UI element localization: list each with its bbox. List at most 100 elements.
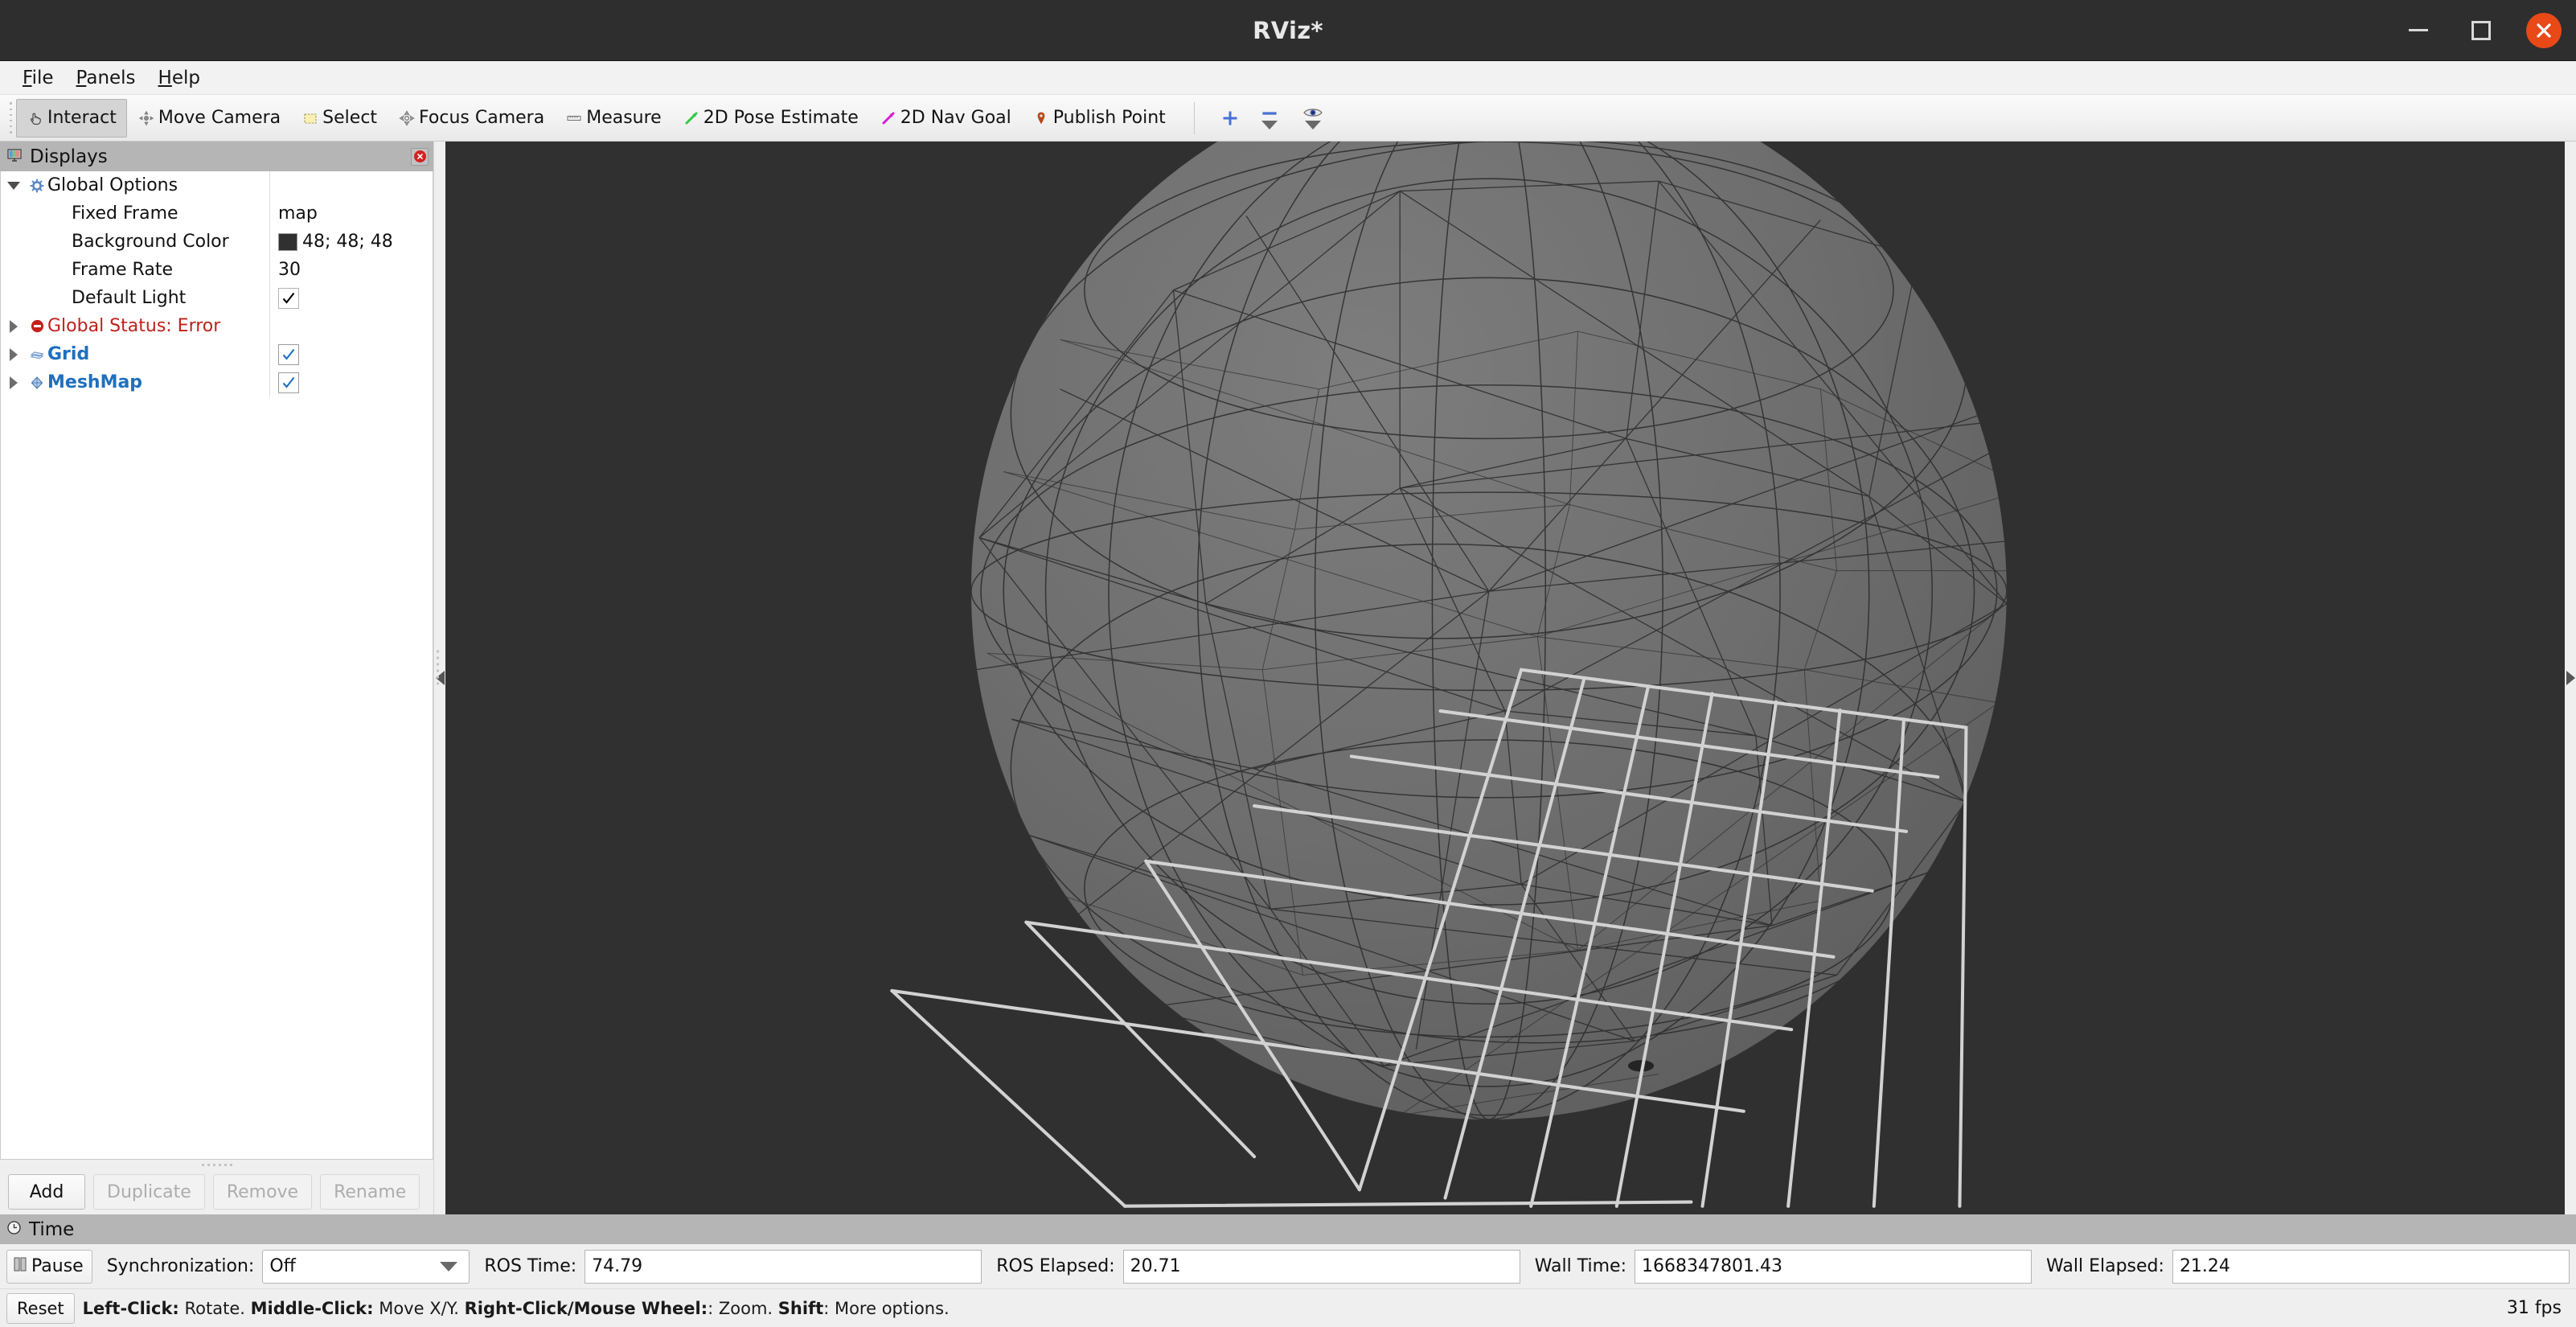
tree-row-label: Global Status: Error bbox=[47, 316, 221, 336]
tree-row-label: Default Light bbox=[72, 288, 187, 308]
hint-key: Middle-Click: bbox=[250, 1298, 374, 1318]
tree-row-value[interactable]: 48; 48; 48 bbox=[269, 228, 433, 256]
tree-row[interactable]: Fixed Frame map bbox=[1, 199, 433, 228]
displays-tree[interactable]: Global Options Fixed Frame map Background C… bbox=[0, 171, 433, 1160]
close-panel-icon[interactable] bbox=[411, 147, 429, 166]
tree-row-left: Grid bbox=[1, 344, 269, 364]
tool-measure[interactable]: Measure bbox=[555, 99, 672, 138]
tree-row-label: Frame Rate bbox=[72, 260, 173, 280]
wall-elapsed-field[interactable]: 21.24 bbox=[2172, 1249, 2570, 1284]
menubar: File Panels Help bbox=[0, 61, 2576, 95]
window-controls bbox=[2401, 0, 2562, 60]
minimize-button[interactable] bbox=[2401, 13, 2436, 48]
synchronization-value: Off bbox=[269, 1256, 296, 1276]
tree-row-label: Grid bbox=[47, 344, 90, 364]
panel-splitter[interactable] bbox=[0, 1160, 433, 1169]
tool-focus-camera-label: Focus Camera bbox=[419, 108, 545, 128]
displays-buttons: Add Duplicate Remove Rename bbox=[0, 1169, 433, 1214]
ros-time-field[interactable]: 74.79 bbox=[585, 1249, 982, 1284]
tree-row-value[interactable]: 30 bbox=[269, 256, 433, 284]
collapse-right-icon bbox=[2566, 671, 2575, 685]
tool-2d-pose-estimate-label: 2D Pose Estimate bbox=[703, 108, 859, 128]
reset-button[interactable]: Reset bbox=[6, 1292, 75, 1324]
expand-arrow-down-icon[interactable] bbox=[1, 181, 27, 190]
main-content: Displays Global Options Fixed Frame map Bac… bbox=[0, 142, 2576, 1214]
mouse-hints: Left-Click: Rotate. Middle-Click: Move X… bbox=[83, 1299, 950, 1318]
rename-button[interactable]: Rename bbox=[320, 1174, 420, 1210]
displays-panel-header: Displays bbox=[0, 142, 433, 171]
color-swatch[interactable] bbox=[278, 232, 297, 251]
tree-row[interactable]: MeshMap bbox=[1, 368, 433, 396]
pause-button[interactable]: Pause bbox=[6, 1249, 92, 1284]
add-tool-icon[interactable] bbox=[1212, 101, 1248, 136]
focus-camera-icon bbox=[398, 109, 416, 127]
3d-scene bbox=[445, 142, 2565, 1214]
ruler-icon bbox=[565, 109, 583, 127]
mesh-icon bbox=[27, 375, 47, 391]
tree-row[interactable]: Background Color 48; 48; 48 bbox=[1, 228, 433, 256]
maximize-button[interactable] bbox=[2463, 13, 2499, 48]
time-panel-title: Time bbox=[29, 1218, 75, 1240]
ros-elapsed-field[interactable]: 20.71 bbox=[1122, 1249, 1520, 1284]
tree-value-text: map bbox=[278, 203, 318, 224]
expand-arrow-right-icon[interactable] bbox=[1, 319, 27, 333]
menu-help[interactable]: Help bbox=[149, 64, 210, 92]
tree-row-left: Global Options bbox=[1, 175, 269, 195]
add-button[interactable]: Add bbox=[8, 1174, 85, 1210]
tree-row-value[interactable] bbox=[269, 340, 433, 368]
ros-time-label: ROS Time: bbox=[484, 1256, 577, 1276]
render-viewport[interactable] bbox=[445, 142, 2565, 1214]
wall-elapsed-label: Wall Elapsed: bbox=[2046, 1256, 2164, 1276]
tree-row[interactable]: Global Status: Error bbox=[1, 312, 433, 340]
move-camera-icon bbox=[137, 109, 155, 127]
menu-file[interactable]: File bbox=[13, 64, 64, 92]
tool-2d-pose-estimate[interactable]: 2D Pose Estimate bbox=[672, 99, 869, 138]
tree-row-value[interactable] bbox=[269, 171, 433, 199]
wall-time-field[interactable]: 1668347801.43 bbox=[1634, 1249, 2032, 1284]
magenta-arrow-icon bbox=[880, 109, 897, 127]
tool-publish-point-label: Publish Point bbox=[1052, 108, 1166, 128]
hint-text: Rotate. bbox=[178, 1298, 251, 1318]
close-button[interactable] bbox=[2526, 12, 2562, 48]
synchronization-select[interactable]: Off bbox=[262, 1249, 470, 1284]
tool-publish-point[interactable]: Publish Point bbox=[1022, 99, 1176, 138]
gear-icon bbox=[27, 178, 47, 194]
tool-focus-camera[interactable]: Focus Camera bbox=[388, 99, 555, 138]
hint-key: Left-Click: bbox=[82, 1298, 179, 1318]
menu-panels[interactable]: Panels bbox=[67, 64, 146, 92]
tree-value-text: 48; 48; 48 bbox=[302, 232, 393, 252]
checkbox[interactable] bbox=[278, 287, 299, 309]
map-pin-icon bbox=[1032, 109, 1050, 127]
tool-move-camera[interactable]: Move Camera bbox=[127, 99, 291, 138]
pause-button-label: Pause bbox=[31, 1256, 84, 1276]
remove-tool-button[interactable] bbox=[1248, 107, 1291, 129]
tree-row-left: Default Light bbox=[1, 288, 269, 308]
tree-row-value[interactable] bbox=[269, 284, 433, 312]
pause-icon bbox=[12, 1255, 28, 1278]
visibility-button[interactable] bbox=[1291, 106, 1335, 129]
tree-row-value[interactable]: map bbox=[269, 199, 433, 228]
tool-2d-nav-goal[interactable]: 2D Nav Goal bbox=[869, 99, 1022, 138]
displays-panel: Displays Global Options Fixed Frame map Bac… bbox=[0, 142, 434, 1214]
time-controls: Pause Synchronization: Off ROS Time: 74.… bbox=[0, 1244, 2576, 1288]
checkbox[interactable] bbox=[278, 343, 299, 365]
tree-row-value[interactable] bbox=[269, 368, 433, 396]
hint-key: Shift bbox=[777, 1298, 824, 1318]
checkbox[interactable] bbox=[278, 372, 299, 393]
tool-interact[interactable]: Interact bbox=[16, 98, 127, 138]
tree-row-value[interactable] bbox=[269, 312, 433, 340]
toolbar-grip[interactable] bbox=[5, 102, 16, 134]
expand-arrow-right-icon[interactable] bbox=[1, 347, 27, 361]
tree-row[interactable]: Frame Rate 30 bbox=[1, 256, 433, 284]
left-panel-collapse-handle[interactable] bbox=[434, 142, 445, 1214]
green-arrow-icon bbox=[683, 109, 700, 127]
expand-arrow-right-icon[interactable] bbox=[1, 376, 27, 389]
tree-row[interactable]: Grid bbox=[1, 340, 433, 368]
right-panel-collapse-handle[interactable] bbox=[2565, 142, 2576, 1214]
maximize-icon bbox=[2471, 20, 2491, 40]
tree-row[interactable]: Global Options bbox=[1, 171, 433, 199]
tool-select[interactable]: Select bbox=[291, 99, 388, 138]
duplicate-button[interactable]: Duplicate bbox=[93, 1174, 205, 1210]
tree-row[interactable]: Default Light bbox=[1, 284, 433, 312]
remove-button[interactable]: Remove bbox=[212, 1174, 313, 1210]
